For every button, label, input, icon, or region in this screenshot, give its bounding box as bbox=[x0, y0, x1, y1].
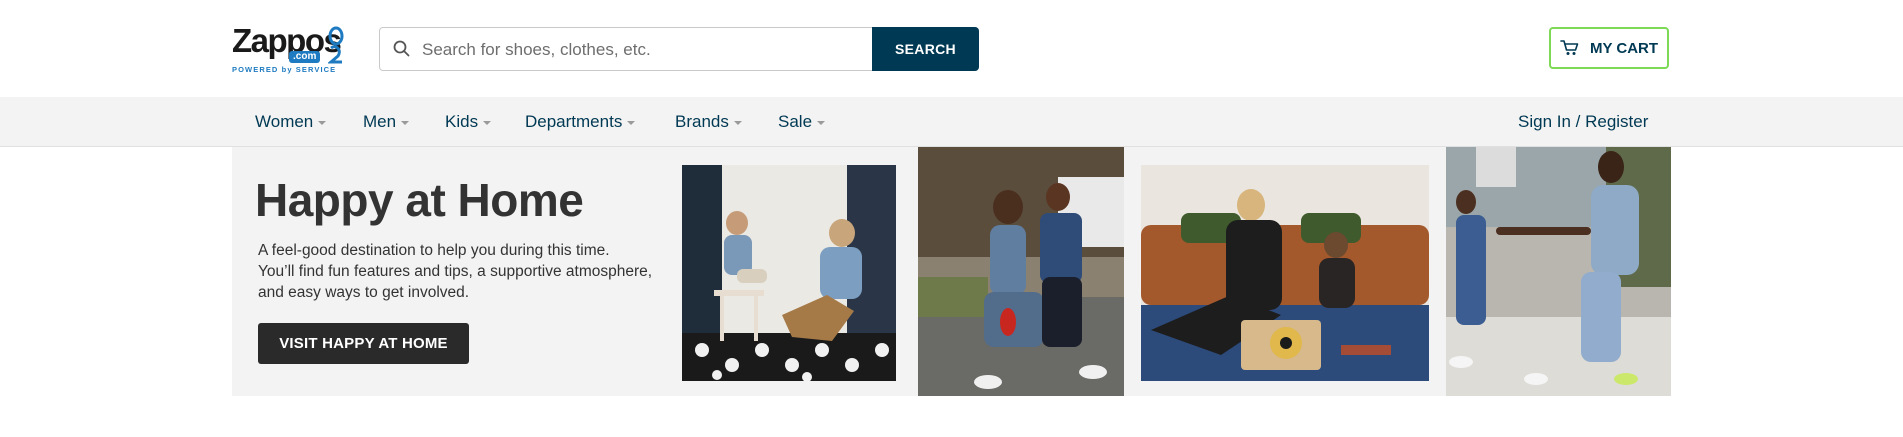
nav-label: Brands bbox=[675, 111, 729, 131]
hero-description-line: You’ll find fun features and tips, a sup… bbox=[258, 263, 653, 280]
my-cart-button[interactable]: MY CART bbox=[1549, 27, 1669, 69]
nav-label: Sale bbox=[778, 111, 813, 131]
nav-label: Women bbox=[255, 111, 314, 131]
photo-living-room-record-player bbox=[1141, 165, 1429, 381]
nav-label: Kids bbox=[445, 111, 479, 131]
photo-kitchen-mother-child bbox=[682, 165, 896, 381]
logo-dotcom: .com bbox=[289, 51, 321, 63]
logo-tagline: POWERED by SERVICE bbox=[232, 65, 337, 74]
happy-at-home-banner[interactable]: Happy at Home A feel-good destination to… bbox=[232, 147, 1671, 396]
cart-icon bbox=[1560, 40, 1579, 55]
nav-item-sale[interactable]: Sale bbox=[778, 97, 826, 146]
hero-description: A feel-good destination to help you duri… bbox=[258, 240, 658, 303]
hero-title: Happy at Home bbox=[255, 174, 584, 226]
main-navigation: Women Men Kids Departments Brands Sale S… bbox=[0, 97, 1903, 147]
cart-label: MY CART bbox=[1589, 39, 1659, 57]
photo-street-mother-daughter bbox=[1446, 147, 1671, 396]
nav-label: Departments bbox=[525, 111, 623, 131]
logo-wordmark: Zappos bbox=[232, 22, 342, 59]
logo-mark-icon bbox=[328, 26, 344, 64]
nav-item-departments[interactable]: Departments bbox=[525, 97, 636, 146]
caret-down-icon bbox=[733, 120, 742, 125]
nav-item-kids[interactable]: Kids bbox=[445, 97, 492, 146]
photo-outdoor-mother-daughter bbox=[918, 147, 1124, 396]
visit-happy-at-home-button[interactable]: VISIT HAPPY AT HOME bbox=[258, 323, 469, 364]
site-header: Zappos .com POWERED by SERVICE SEARCH MY… bbox=[0, 0, 1903, 97]
caret-down-icon bbox=[483, 120, 492, 125]
search-field-container[interactable] bbox=[379, 27, 874, 72]
nav-item-women[interactable]: Women bbox=[255, 97, 327, 146]
hero-description-line: A feel-good destination to help you duri… bbox=[258, 242, 610, 259]
zappos-logo[interactable]: Zappos .com POWERED by SERVICE bbox=[232, 22, 346, 74]
nav-label: Men bbox=[363, 111, 397, 131]
hero-description-line: and easy ways to get involved. bbox=[258, 284, 470, 301]
caret-down-icon bbox=[318, 120, 327, 125]
caret-down-icon bbox=[401, 120, 410, 125]
nav-item-brands[interactable]: Brands bbox=[675, 97, 742, 146]
search-button[interactable]: SEARCH bbox=[872, 27, 979, 71]
caret-down-icon bbox=[817, 120, 826, 125]
sign-in-register-link[interactable]: Sign In / Register bbox=[1518, 97, 1648, 146]
caret-down-icon bbox=[627, 120, 636, 125]
nav-item-men[interactable]: Men bbox=[363, 97, 410, 146]
search-bar: SEARCH bbox=[379, 27, 979, 72]
search-icon bbox=[393, 40, 410, 57]
search-input[interactable] bbox=[420, 28, 864, 72]
